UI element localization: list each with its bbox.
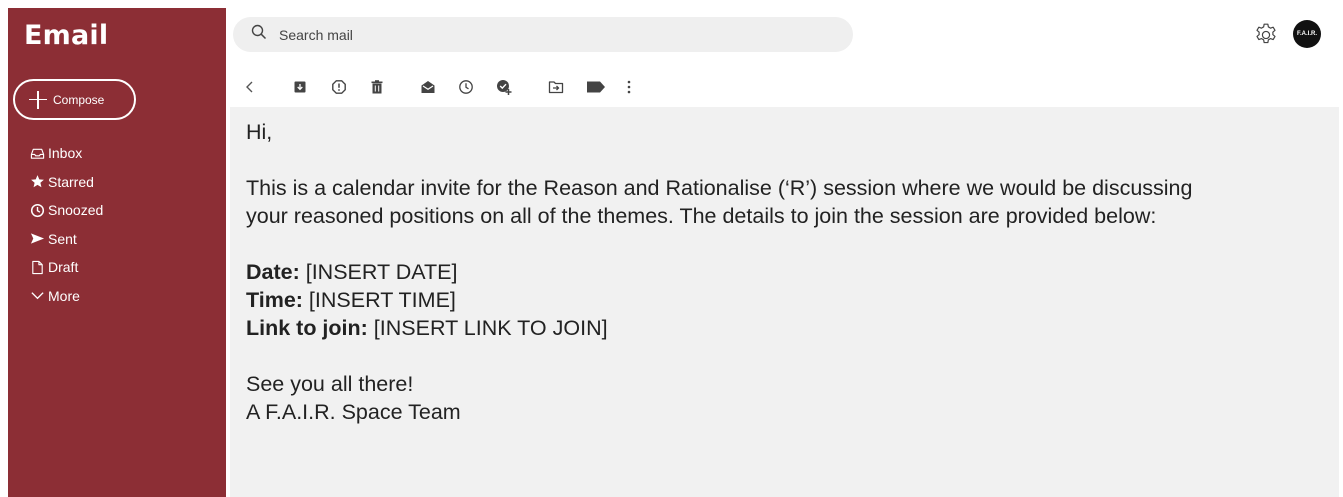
gear-icon[interactable]: [1253, 22, 1279, 48]
date-row: Date: [INSERT DATE]: [246, 258, 1192, 286]
message-body: Hi, This is a calendar invite for the Re…: [246, 118, 1192, 426]
send-icon: [30, 231, 45, 246]
top-bar: F.A.I.R.: [226, 8, 1343, 60]
report-spam-icon[interactable]: [331, 79, 347, 95]
label-icon[interactable]: [586, 79, 606, 95]
more-options-icon[interactable]: [621, 79, 637, 95]
search-icon: [251, 24, 279, 45]
sidebar-item-starred[interactable]: Starred: [30, 168, 103, 197]
plus-icon: [29, 90, 47, 109]
archive-icon[interactable]: [292, 79, 308, 95]
message-signature: A F.A.I.R. Space Team: [246, 400, 461, 424]
sidebar-item-inbox[interactable]: Inbox: [30, 139, 103, 168]
sidebar-item-label: Snoozed: [48, 202, 104, 219]
compose-label: Compose: [53, 92, 105, 107]
chevron-down-icon: [30, 288, 45, 303]
link-value: [INSERT LINK TO JOIN]: [367, 316, 608, 340]
add-task-icon[interactable]: [496, 79, 512, 95]
link-label: Link to join:: [246, 316, 368, 340]
sidebar-item-sent[interactable]: Sent: [30, 225, 103, 254]
time-value: [INSERT TIME]: [302, 288, 456, 312]
sidebar-item-more[interactable]: More: [30, 282, 103, 311]
star-icon: [30, 174, 45, 189]
sidebar-item-label: More: [48, 287, 80, 304]
search-input[interactable]: [279, 26, 819, 43]
clock-icon: [30, 203, 45, 218]
back-icon[interactable]: [242, 79, 258, 95]
sidebar-item-draft[interactable]: Draft: [30, 253, 103, 282]
file-icon: [30, 260, 45, 275]
date-value: [INSERT DATE]: [299, 260, 458, 284]
message-paragraph-line: This is a calendar invite for the Reason…: [246, 176, 1193, 200]
message-toolbar: [230, 66, 1339, 107]
sidebar-nav: Inbox Starred Snoozed Sent Draft More: [30, 139, 103, 310]
avatar[interactable]: F.A.I.R.: [1293, 20, 1321, 48]
time-row: Time: [INSERT TIME]: [246, 286, 1192, 314]
snooze-icon[interactable]: [458, 79, 474, 95]
message-paragraph-line: your reasoned positions on all of the th…: [246, 204, 1157, 228]
date-label: Date:: [246, 260, 300, 284]
sidebar-item-label: Sent: [48, 230, 77, 247]
sidebar-item-label: Starred: [48, 173, 94, 190]
sidebar-item-label: Draft: [48, 259, 79, 276]
time-label: Time:: [246, 288, 303, 312]
search-bar[interactable]: [233, 17, 853, 52]
delete-icon[interactable]: [369, 79, 385, 95]
inbox-icon: [30, 146, 45, 161]
sidebar: Email Compose Inbox Starred Snoozed Sent…: [8, 8, 226, 497]
link-row: Link to join: [INSERT LINK TO JOIN]: [246, 314, 1192, 342]
app-title: Email: [24, 20, 109, 51]
message-closing: See you all there!: [246, 372, 414, 396]
move-to-icon[interactable]: [548, 79, 564, 95]
sidebar-item-label: Inbox: [48, 145, 83, 162]
compose-button[interactable]: Compose: [13, 79, 136, 120]
mark-unread-icon[interactable]: [420, 79, 436, 95]
message-greeting: Hi,: [246, 120, 273, 144]
message-pane: Hi, This is a calendar invite for the Re…: [230, 66, 1339, 497]
sidebar-item-snoozed[interactable]: Snoozed: [30, 196, 103, 225]
